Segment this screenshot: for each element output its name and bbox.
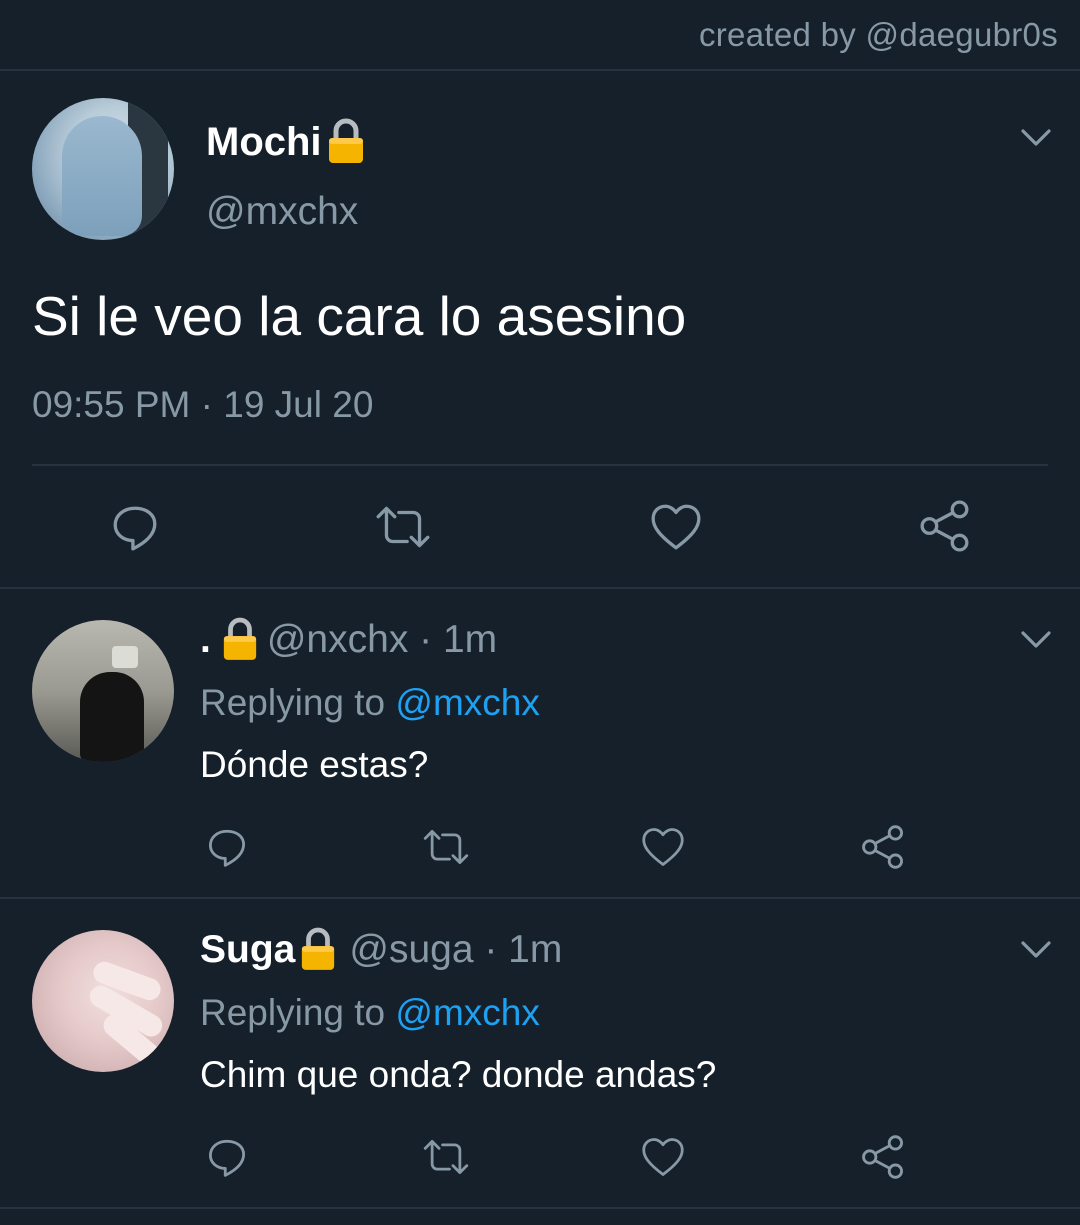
share-icon[interactable] [860,1134,906,1180]
display-name[interactable]: Suga [200,928,295,971]
display-name-text: Mochi [206,120,322,164]
user-handle[interactable]: @mxchx [206,190,358,234]
share-icon[interactable] [918,499,972,553]
replying-to-label: Replying to [200,682,396,723]
lock-icon [299,926,337,972]
reply-text: Chim que onda? donde andas? [200,1054,717,1095]
reply-header: . @nxchx · 1m [200,618,497,662]
reply-icon[interactable] [206,826,248,868]
tweet-timestamp[interactable]: 09:55 PM · 19 Jul 20 [32,384,373,426]
tweet-divider [0,587,1080,589]
reply-divider [0,1207,1080,1209]
reply-icon[interactable] [206,1136,248,1178]
lock-icon [326,117,366,165]
replying-to: Replying to @mxchx [200,682,540,724]
avatar[interactable] [32,620,174,762]
share-icon[interactable] [860,824,906,870]
avatar[interactable] [32,98,174,240]
reply-divider [0,897,1080,899]
mention-link[interactable]: @mxchx [395,682,539,723]
reply-text: Dónde estas? [200,744,429,785]
lock-icon [221,616,259,662]
retweet-icon[interactable] [420,826,472,868]
chevron-down-icon[interactable] [1020,630,1052,650]
retweet-icon[interactable] [420,1136,472,1178]
chevron-down-icon[interactable] [1020,128,1052,148]
tweet-text: Si le veo la cara lo asesino [32,285,687,347]
retweet-icon[interactable] [372,502,434,552]
creator-credit: created by @daegubr0s [698,16,1058,53]
reply-header: Suga @suga · 1m [200,928,562,972]
handle-time[interactable]: @nxchx · 1m [267,618,497,661]
like-icon[interactable] [640,1136,686,1178]
chevron-down-icon[interactable] [1020,940,1052,960]
reply-icon[interactable] [110,502,160,552]
avatar[interactable] [32,930,174,1072]
display-name[interactable]: . [200,618,211,661]
action-divider [32,464,1048,466]
like-icon[interactable] [640,826,686,868]
handle-time[interactable]: @suga · 1m [349,928,562,971]
display-name[interactable]: Mochi [206,120,366,165]
like-icon[interactable] [649,502,703,552]
header-divider [0,69,1080,71]
mention-link[interactable]: @mxchx [395,992,539,1033]
replying-to-label: Replying to [200,992,396,1033]
replying-to: Replying to @mxchx [200,992,540,1034]
